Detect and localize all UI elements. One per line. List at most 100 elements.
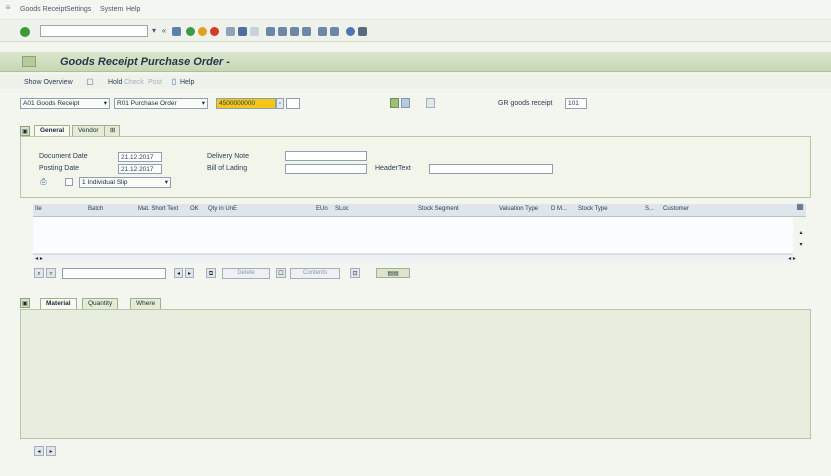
help-button[interactable]: Help bbox=[180, 79, 194, 86]
application-toolbar: Show Overview ▢ Hold Check Post ▯ Help bbox=[0, 75, 831, 89]
back-icon[interactable] bbox=[186, 27, 195, 36]
save-icon[interactable] bbox=[172, 27, 181, 36]
purchase-order-input[interactable]: 4500000000 bbox=[216, 98, 276, 109]
reference-doc-select[interactable]: R01 Purchase Order ▾ bbox=[114, 98, 208, 109]
column-header[interactable]: Ite bbox=[35, 206, 42, 212]
contents-checkbox-icon[interactable]: ☐ bbox=[276, 268, 286, 278]
tab-where[interactable]: Where bbox=[130, 298, 162, 309]
layout-icon[interactable]: ▤▤ bbox=[376, 268, 410, 278]
header-text-input[interactable] bbox=[429, 164, 553, 174]
scroll-right-icon[interactable]: ◂ ▸ bbox=[786, 254, 798, 264]
chevron-down-icon: ▾ bbox=[103, 100, 107, 107]
tab-general[interactable]: General bbox=[34, 125, 71, 136]
delivery-note-input[interactable] bbox=[285, 151, 367, 161]
chevron-down-icon: ▾ bbox=[164, 179, 168, 186]
command-field[interactable] bbox=[40, 25, 148, 37]
tab-more-icon[interactable]: ⊞ bbox=[104, 125, 120, 136]
find-next-icon[interactable] bbox=[250, 27, 259, 36]
column-header[interactable]: Customer bbox=[663, 206, 689, 212]
filter-icon[interactable]: ▿ bbox=[46, 268, 56, 278]
column-header[interactable]: Stock Type bbox=[578, 206, 608, 212]
column-header[interactable]: EUn bbox=[316, 206, 328, 212]
print-checkbox[interactable] bbox=[65, 178, 73, 186]
table-settings-icon[interactable]: ▦ bbox=[795, 202, 805, 213]
cancel-icon[interactable] bbox=[210, 27, 219, 36]
settings-icon[interactable] bbox=[426, 98, 435, 108]
collapse-header-icon[interactable]: ▣ bbox=[20, 126, 30, 136]
slip-type-value: 1 Individual Slip bbox=[82, 179, 128, 186]
header-panel: Document Date 21.12.2017 Posting Date 21… bbox=[20, 136, 811, 198]
printer-icon[interactable]: ⎙ bbox=[39, 177, 48, 186]
menu-system[interactable]: System bbox=[100, 6, 123, 13]
dropdown-arrow-icon[interactable]: ▾ bbox=[150, 26, 158, 36]
scroll-left-icon[interactable]: ◂ ▸ bbox=[34, 254, 44, 264]
tab-quantity[interactable]: Quantity bbox=[82, 298, 119, 309]
new-document-icon[interactable]: ▢ bbox=[86, 77, 94, 87]
slip-type-select[interactable]: 1 Individual Slip ▾ bbox=[79, 177, 171, 188]
item-next-icon[interactable]: ▸ bbox=[185, 268, 194, 278]
help-icon[interactable] bbox=[346, 27, 355, 36]
show-overview-button[interactable]: Show Overview bbox=[24, 79, 73, 86]
collapse-detail-icon[interactable]: ▣ bbox=[20, 298, 30, 308]
shortcut-icon[interactable] bbox=[330, 27, 339, 36]
column-header[interactable]: D M... bbox=[551, 206, 567, 212]
item-prev-icon[interactable]: ◂ bbox=[174, 268, 183, 278]
exit-icon[interactable] bbox=[198, 27, 207, 36]
execute-icon[interactable] bbox=[390, 98, 399, 108]
column-header[interactable]: S... bbox=[645, 206, 654, 212]
sap-menu-icon[interactable]: ≡ bbox=[3, 3, 13, 13]
posting-date-input[interactable]: 21.12.2017 bbox=[118, 164, 162, 174]
menu-settings[interactable]: Settings bbox=[66, 6, 91, 13]
column-header[interactable]: SLoc bbox=[335, 206, 349, 212]
check-button[interactable]: Check bbox=[124, 79, 144, 86]
purchase-order-extra-input[interactable] bbox=[286, 98, 300, 109]
column-header[interactable]: Qty in UnE bbox=[208, 206, 237, 212]
create-session-icon[interactable] bbox=[318, 27, 327, 36]
column-header[interactable]: Mat. Short Text bbox=[138, 206, 178, 212]
app-logo-icon bbox=[22, 56, 36, 67]
movement-type-input[interactable]: 101 bbox=[565, 98, 587, 109]
scroll-up-icon[interactable]: ▴ bbox=[797, 228, 805, 238]
tab-material[interactable]: Material bbox=[40, 298, 77, 309]
table-row[interactable] bbox=[33, 241, 793, 254]
print-icon[interactable] bbox=[226, 27, 235, 36]
previous-page-icon[interactable] bbox=[278, 27, 287, 36]
action-select-value: A01 Goods Receipt bbox=[23, 100, 80, 107]
item-search-input[interactable] bbox=[62, 268, 166, 279]
item-table-header: Ite Batch Mat. Short Text OK Qty in UnE … bbox=[33, 204, 806, 217]
help-book-icon[interactable]: ▯ bbox=[170, 77, 178, 87]
tab-vendor[interactable]: Vendor bbox=[72, 125, 105, 136]
posting-date-label: Posting Date bbox=[39, 165, 80, 172]
first-page-icon[interactable] bbox=[266, 27, 275, 36]
enter-icon[interactable] bbox=[20, 27, 30, 37]
column-header[interactable]: Stock Segment bbox=[418, 206, 459, 212]
bill-of-lading-input[interactable] bbox=[285, 164, 367, 174]
last-page-icon[interactable] bbox=[302, 27, 311, 36]
post-button[interactable]: Post bbox=[148, 79, 162, 86]
menu-help[interactable]: Help bbox=[126, 6, 140, 13]
horizontal-scrollbar[interactable] bbox=[33, 254, 793, 263]
stock-overview-icon[interactable]: ⊡ bbox=[350, 268, 360, 278]
action-select[interactable]: A01 Goods Receipt ▾ bbox=[20, 98, 110, 109]
delete-button[interactable]: Delete bbox=[222, 268, 270, 279]
document-date-input[interactable]: 21.12.2017 bbox=[118, 152, 162, 162]
contents-button[interactable]: Contents bbox=[290, 268, 340, 279]
scroll-down-icon[interactable]: ▾ bbox=[797, 240, 805, 250]
document-date-label: Document Date bbox=[39, 153, 88, 160]
hold-button[interactable]: Hold bbox=[108, 79, 122, 86]
copy-icon[interactable]: ⧉ bbox=[206, 268, 216, 278]
previous-item-icon[interactable]: ◂ bbox=[34, 446, 44, 456]
double-arrow-icon[interactable]: « bbox=[160, 26, 168, 36]
column-header[interactable]: Valuation Type bbox=[499, 206, 538, 212]
column-header[interactable]: Batch bbox=[88, 206, 103, 212]
next-page-icon[interactable] bbox=[290, 27, 299, 36]
column-header[interactable]: OK bbox=[190, 206, 199, 212]
search-help-icon[interactable]: ▫ bbox=[276, 98, 284, 109]
reference-doc-select-value: R01 Purchase Order bbox=[117, 100, 177, 107]
find-icon[interactable] bbox=[238, 27, 247, 36]
menu-goods-receipt[interactable]: Goods Receipt bbox=[20, 6, 66, 13]
layout-menu-icon[interactable] bbox=[358, 27, 367, 36]
next-item-icon[interactable]: ▸ bbox=[46, 446, 56, 456]
tree-icon[interactable] bbox=[401, 98, 410, 108]
find-item-icon[interactable]: ⌕ bbox=[34, 268, 44, 278]
